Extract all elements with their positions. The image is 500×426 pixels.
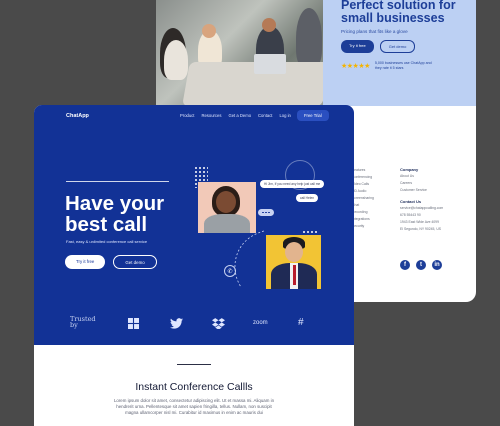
back-hero-title: Perfect solution for small businesses <box>341 0 456 25</box>
back-try-free-button[interactable]: Try it free <box>341 40 374 53</box>
rating-text: 5,000 businesses use ChatApp and they ra… <box>374 61 432 70</box>
woman-photo <box>198 182 256 233</box>
footer-contact-line: 678 55443 90 <box>400 213 421 217</box>
footer-link[interactable]: Recording <box>352 209 374 216</box>
back-get-demo-button[interactable]: Get demo <box>379 40 416 53</box>
footer-link[interactable]: Customer Service <box>400 187 443 194</box>
rating: ★★★★★ 5,000 businesses use ChatApp and t… <box>341 61 476 70</box>
hero-title: Have your best call <box>65 193 164 235</box>
footer-link[interactable]: Careers <box>400 180 443 187</box>
hero-title-line: best call <box>65 213 148 236</box>
back-hero: Perfect solution for small businesses Pr… <box>323 0 476 106</box>
windows-icon <box>128 318 139 331</box>
chat-bubble: Hi Jim, If you need any help just call m… <box>260 180 325 188</box>
section-body: Lorem ipsum dolor sit amet, consectetur … <box>113 398 275 415</box>
get-demo-button[interactable]: Get demo <box>113 255 157 269</box>
footer-link[interactable]: Integrations <box>352 216 374 223</box>
features-section: Instant Conference Callls Lorem ipsum do… <box>34 345 354 426</box>
footer-col-company: Company About Us Careers Customer Servic… <box>400 166 443 233</box>
footer-link[interactable]: Features <box>352 167 374 174</box>
footer-link[interactable]: Video Calls <box>352 181 374 188</box>
team-photo <box>156 0 323 106</box>
trusted-by-label: Trusted by <box>70 315 96 329</box>
back-hero-subtitle: Pricing plans that fits like a glove <box>341 29 408 34</box>
facebook-icon[interactable]: f <box>400 260 410 270</box>
zoom-logo: zoom <box>253 320 268 326</box>
front-hero: ChatApp Product Resources Get a Demo Con… <box>34 105 354 345</box>
chatapp-logo[interactable]: ChatApp <box>66 113 89 119</box>
try-free-button[interactable]: Try it free <box>65 255 106 269</box>
footer-link[interactable]: Conferencing <box>352 174 374 181</box>
nav-links: Product Resources Get a Demo Contact Log… <box>180 113 291 118</box>
nav-contact[interactable]: Contact <box>258 113 272 118</box>
footer-contact-line: 1943 East Wide Ave 4099 <box>400 220 439 224</box>
linkedin-icon[interactable]: in <box>432 260 442 270</box>
free-trial-button[interactable]: Free Trial <box>297 110 329 121</box>
twitter-icon <box>170 318 183 331</box>
top-nav: ChatApp Product Resources Get a Demo Con… <box>34 110 354 124</box>
typing-indicator <box>258 209 274 216</box>
footer-link[interactable]: About Us <box>400 173 443 180</box>
footer-link[interactable]: Security <box>352 223 374 230</box>
nav-product[interactable]: Product <box>180 113 194 118</box>
twitter-icon[interactable]: t <box>416 260 426 270</box>
dropbox-icon <box>212 318 225 331</box>
section-divider <box>177 364 211 365</box>
footer-link[interactable]: Chat <box>352 202 374 209</box>
social-links: f t in <box>400 260 442 270</box>
man-photo <box>266 235 321 289</box>
footer-link[interactable]: Screensharing <box>352 195 374 202</box>
footer-link[interactable]: HD Audio <box>352 188 374 195</box>
hero-subtitle: Fast, easy & unlimited conference call s… <box>66 239 148 244</box>
slack-icon: # <box>298 317 304 328</box>
nav-resources[interactable]: Resources <box>201 113 221 118</box>
chat-bubble: call Helen <box>296 194 318 202</box>
nav-get-a-demo[interactable]: Get a Demo <box>228 113 251 118</box>
section-title: Instant Conference Callls <box>135 381 253 393</box>
footer-contact-line[interactable]: service@chatappcalling.com <box>400 205 443 212</box>
footer-contact-line: El Segundo, NY 90245, US <box>400 227 442 231</box>
hero-divider <box>66 181 169 182</box>
phone-icon: ✆ <box>224 265 236 277</box>
call-connector-line <box>234 230 265 288</box>
footer-contact-heading: Contact Us <box>400 199 422 204</box>
footer-col-features: Features Conferencing Video Calls HD Aud… <box>352 167 374 230</box>
star-rating-icon: ★★★★★ <box>341 62 370 70</box>
nav-log-in[interactable]: Log in <box>279 113 290 118</box>
hero-title-line: Have your <box>65 192 165 215</box>
footer-company-heading: Company <box>400 167 419 172</box>
front-page: ChatApp Product Resources Get a Demo Con… <box>34 105 354 426</box>
